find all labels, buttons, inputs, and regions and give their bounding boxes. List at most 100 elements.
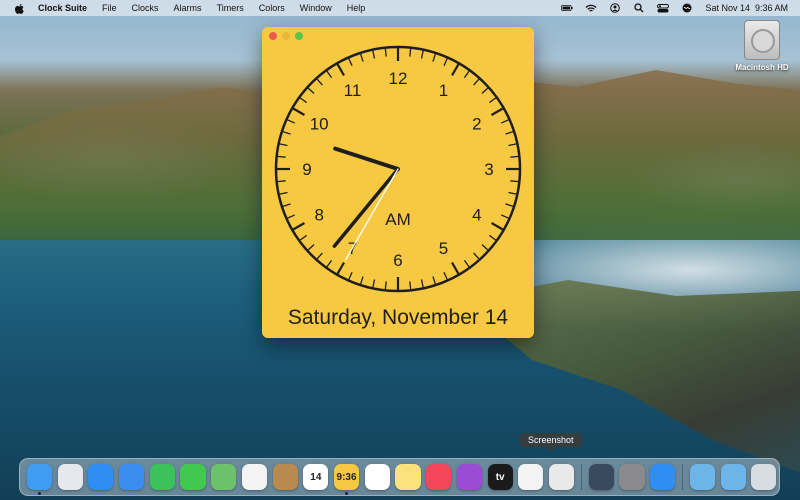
minute-tick (508, 143, 517, 147)
hour-tick (292, 107, 306, 116)
minute-tick (287, 214, 296, 219)
running-indicator (344, 492, 348, 495)
apple-menu-icon[interactable] (14, 2, 24, 14)
hour-tick (451, 63, 460, 77)
wifi-icon[interactable] (585, 4, 597, 13)
minute-tick (463, 260, 470, 268)
podcasts-icon[interactable] (456, 464, 482, 490)
menu-alarms[interactable]: Alarms (174, 3, 202, 13)
minute-tick (279, 191, 288, 195)
menu-bar: Clock Suite File Clocks Alarms Timers Co… (0, 0, 800, 16)
tv-badge-label: tv (495, 471, 505, 483)
minute-tick (473, 252, 480, 260)
ampm-label: AM (385, 210, 411, 229)
minute-tick (500, 119, 509, 124)
minute-tick (384, 281, 387, 290)
clock-suite-icon[interactable]: 9:36 (333, 464, 360, 495)
clock-window: 121234567891011 AM Saturday, November 14 (262, 27, 534, 338)
minute-tick (409, 48, 412, 57)
menu-clocks[interactable]: Clocks (132, 3, 159, 13)
user-icon[interactable] (609, 3, 621, 13)
system-preferences-icon[interactable] (619, 464, 645, 490)
menu-help[interactable]: Help (347, 3, 366, 13)
clock-numeral: 11 (344, 81, 362, 100)
clock-numeral: 3 (484, 160, 493, 179)
minute-tick (277, 155, 286, 158)
messages-icon[interactable] (180, 464, 206, 490)
minute-tick (372, 279, 376, 288)
app-menu[interactable]: Clock Suite (38, 3, 87, 13)
minute-tick (287, 119, 296, 124)
siri-icon[interactable] (681, 3, 693, 13)
clock-numeral: 8 (314, 206, 323, 225)
minute-tick (489, 97, 497, 104)
minute-hand (332, 167, 400, 248)
hd-label: Macintosh HD (735, 63, 789, 72)
menu-timers[interactable]: Timers (217, 3, 244, 13)
minute-tick (481, 244, 489, 251)
clock-numeral: 12 (389, 69, 408, 88)
trash-icon[interactable] (751, 464, 777, 490)
menubar-clock[interactable]: Sat Nov 14 9:36 AM (705, 3, 788, 13)
minute-tick (510, 180, 519, 183)
photos-icon[interactable] (241, 464, 267, 490)
reminders-icon[interactable] (364, 464, 390, 490)
minute-tick (443, 271, 448, 280)
minute-tick (463, 70, 470, 78)
minute-tick (359, 53, 364, 62)
finder-icon[interactable] (26, 464, 52, 495)
music-icon[interactable] (426, 464, 452, 490)
minute-tick (505, 130, 514, 135)
battery-icon[interactable] (561, 4, 574, 13)
maps-icon[interactable] (211, 464, 237, 490)
minute-tick (384, 48, 387, 57)
minute-tick (420, 279, 424, 288)
minute-tick (481, 87, 489, 94)
minute-tick (510, 155, 519, 158)
notes-icon[interactable] (395, 464, 421, 490)
contacts-icon[interactable] (272, 464, 298, 490)
minute-tick (282, 130, 291, 135)
mail-icon[interactable] (118, 464, 145, 490)
menu-window[interactable]: Window (300, 3, 332, 13)
clock-numeral: 10 (310, 115, 329, 134)
minute-tick (299, 97, 307, 104)
hour-tick (490, 222, 504, 231)
macintosh-hd-desktop-item[interactable]: Macintosh HD (732, 20, 792, 72)
app-store-icon[interactable] (650, 464, 676, 490)
hard-drive-icon (744, 20, 780, 60)
facetime-icon[interactable] (149, 464, 175, 490)
dock-tooltip: Screenshot (520, 433, 582, 452)
minute-tick (500, 214, 509, 219)
safari-icon[interactable] (88, 464, 114, 490)
minute-tick (277, 180, 286, 183)
minute-tick (420, 50, 424, 59)
clock-numeral: 9 (302, 160, 311, 179)
date-label: Saturday, November 14 (287, 306, 509, 329)
running-indicator (37, 492, 41, 495)
quicktime-icon[interactable] (588, 464, 614, 490)
downloads-folder-icon[interactable] (720, 464, 746, 490)
clock-numeral: 6 (393, 251, 402, 270)
minute-tick (299, 234, 307, 241)
applications-folder-icon[interactable] (689, 464, 715, 490)
hour-tick (490, 107, 504, 116)
minute-tick (372, 50, 376, 59)
dock: 14 9:36 tv (19, 458, 780, 496)
tv-icon[interactable]: tv (487, 464, 513, 490)
launchpad-icon[interactable] (57, 464, 83, 490)
minute-tick (307, 87, 315, 94)
control-center-icon[interactable] (657, 3, 670, 13)
analog-clock: 121234567891011 AM (274, 45, 522, 293)
news-icon[interactable] (518, 464, 544, 490)
minute-tick (326, 260, 333, 268)
hour-tick (336, 261, 345, 275)
calendar-icon[interactable]: 14 (303, 464, 329, 490)
menu-colors[interactable]: Colors (259, 3, 285, 13)
clock-suite-badge-label: 9:36 (336, 471, 357, 483)
menu-file[interactable]: File (102, 3, 117, 13)
minute-tick (307, 244, 315, 251)
spotlight-search-icon[interactable] (633, 3, 645, 13)
screenshot-icon[interactable] (549, 464, 575, 490)
minute-tick (432, 53, 437, 62)
